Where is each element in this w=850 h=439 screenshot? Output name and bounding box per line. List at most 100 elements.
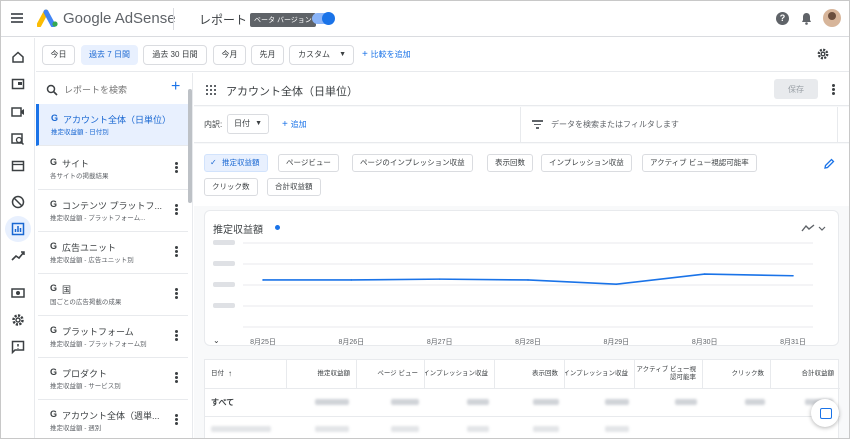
metric-chip-page-rpm[interactable]: ページのインプレッション収益 (352, 154, 473, 172)
list-item[interactable]: G プロダクト 推定収益額 - サービス別 (38, 358, 188, 400)
report-title: サイト (62, 159, 90, 169)
date-chip-last-7-days[interactable]: 過去 7 日間 (81, 45, 138, 65)
redacted-value (675, 399, 697, 405)
metric-chip-clicks[interactable]: クリック数 (204, 178, 258, 196)
redacted-y-tick (213, 303, 235, 308)
filter-input[interactable]: データを検索またはフィルタします (551, 119, 679, 130)
column-header[interactable]: 表示回数 (495, 360, 565, 388)
report-list-scrollbar[interactable] (188, 89, 192, 203)
nav-rail (1, 38, 35, 438)
more-vert-icon[interactable] (175, 371, 179, 385)
filter-icon (532, 120, 543, 129)
beta-toggle[interactable] (312, 12, 335, 25)
column-header[interactable]: ページ ビュー (357, 360, 425, 388)
ads-icon[interactable] (10, 76, 26, 92)
data-point[interactable] (792, 274, 794, 277)
list-item[interactable]: G アカウント全体（週単... 推定収益額 - 週別 (38, 400, 188, 438)
column-header[interactable]: 推定収益額 (287, 360, 357, 388)
more-vert-icon[interactable] (175, 413, 179, 427)
optimization-icon[interactable] (10, 248, 26, 264)
list-item[interactable]: G 国 国ごとの広告掲載の成果 (38, 274, 188, 316)
plus-icon: + (282, 119, 291, 130)
column-header[interactable]: アクティブ ビュー視認可能率 (635, 360, 703, 388)
report-title: 広告ユニット (62, 243, 117, 253)
column-header[interactable]: クリック数 (703, 360, 771, 388)
report-title: プロダクト (62, 369, 108, 379)
date-chip-last-month[interactable]: 先月 (251, 45, 284, 65)
metric-chip-page-views[interactable]: ページビュー (278, 154, 339, 172)
breakdown-select[interactable]: 日付 ▼ (227, 114, 269, 134)
list-item[interactable]: G サイト 各サイトの掲載結果 (38, 148, 188, 190)
bell-icon[interactable] (801, 12, 812, 25)
redacted-value (467, 426, 489, 432)
feedback-icon[interactable] (10, 339, 26, 355)
breakdown-label: 内訳: (204, 120, 223, 129)
settings-icon[interactable] (10, 312, 26, 328)
more-vert-icon[interactable] (175, 203, 179, 217)
date-chip-today[interactable]: 今日 (42, 45, 75, 65)
adsense-window: Google AdSense レポート ベータ バージョン ? 今日 過去 7 … (0, 0, 850, 439)
add-dimension-button[interactable]: + 追加 (282, 119, 307, 130)
column-header[interactable]: 合計収益額 (771, 360, 840, 388)
report-search-input[interactable] (64, 81, 174, 99)
plus-icon: + (362, 49, 371, 60)
more-vert-icon[interactable] (175, 161, 179, 175)
metric-chip-impressions[interactable]: 表示回数 (487, 154, 533, 172)
help-icon[interactable]: ? (776, 12, 789, 25)
payments-icon[interactable] (10, 285, 26, 301)
redacted-value (315, 399, 349, 405)
data-point[interactable] (438, 278, 441, 280)
more-vert-icon[interactable] (175, 245, 179, 259)
blocking-icon[interactable] (10, 194, 26, 210)
menu-icon[interactable] (11, 11, 27, 27)
reports-icon[interactable] (10, 221, 26, 237)
edit-pencil-icon[interactable] (824, 158, 835, 169)
report-subtitle: 各サイトの掲載結果 (50, 173, 109, 180)
date-chip-this-month[interactable]: 今月 (213, 45, 246, 65)
report-subtitle: 推定収益額 - プラットフォーム... (50, 215, 146, 222)
avatar[interactable] (823, 9, 841, 27)
list-item[interactable]: G 広告ユニット 推定収益額 - 広告ユニット別 (38, 232, 188, 274)
search-ads-icon[interactable] (10, 131, 26, 147)
report-subtitle: 国ごとの広告掲載の成果 (50, 299, 122, 306)
date-chip-last-30-days[interactable]: 過去 30 日間 (143, 45, 207, 65)
data-point[interactable] (703, 273, 706, 275)
add-compare-button[interactable]: + 比較を追加 (362, 49, 411, 60)
more-vert-icon[interactable] (175, 329, 179, 343)
date-chip-custom[interactable]: カスタム ▼ (289, 45, 354, 65)
series-line[interactable] (263, 273, 794, 285)
apps-grid-icon[interactable] (206, 85, 216, 95)
gear-icon[interactable] (816, 47, 830, 61)
data-point[interactable] (262, 279, 264, 281)
sites-icon[interactable] (10, 158, 26, 174)
home-icon[interactable] (10, 49, 26, 65)
column-header[interactable]: ページのインプレッション収益 (425, 360, 495, 388)
column-header-date[interactable]: 日付 ↑ (205, 360, 287, 388)
report-title: アカウント全体（日単位） (63, 115, 172, 125)
more-vert-icon[interactable] (175, 287, 179, 301)
report-subtitle: 推定収益額 - 広告ユニット別 (50, 257, 134, 264)
feedback-fab[interactable] (811, 399, 839, 427)
more-vert-icon[interactable] (832, 83, 836, 97)
column-header[interactable]: インプレッション収益 (565, 360, 635, 388)
report-list: + G アカウント全体（日単位） 推定収益額 - 日付別 G サイト 各サイトの… (36, 73, 193, 438)
save-button[interactable]: 保存 (774, 79, 818, 99)
google-g-icon: G (50, 241, 58, 251)
report-title: コンテンツ プラットフ... (62, 201, 163, 211)
metric-chip-estimated-earnings[interactable]: 推定収益額 (204, 154, 268, 172)
metric-chip-impression-rpm[interactable]: インプレッション収益 (541, 154, 632, 172)
chevron-down-icon[interactable]: ⌄ (213, 336, 220, 345)
add-compare-label: 比較を追加 (370, 50, 411, 59)
data-point[interactable] (350, 279, 353, 281)
video-icon[interactable] (10, 104, 26, 120)
list-item[interactable]: G プラットフォーム 推定収益額 - プラットフォーム別 (38, 316, 188, 358)
redacted-y-tick (213, 261, 235, 266)
list-item[interactable]: G アカウント全体（日単位） 推定収益額 - 日付別 (36, 104, 188, 146)
list-item[interactable]: G コンテンツ プラットフ... 推定収益額 - プラットフォーム... (38, 190, 188, 232)
metric-chip-total-earnings[interactable]: 合計収益額 (267, 178, 321, 196)
report-subtitle: 推定収益額 - プラットフォーム別 (50, 341, 147, 348)
add-report-icon[interactable]: + (171, 79, 180, 95)
metric-chip-active-view-viewable[interactable]: アクティブ ビュー視認可能率 (642, 154, 757, 172)
data-point[interactable] (527, 279, 529, 281)
data-point[interactable] (615, 283, 618, 285)
